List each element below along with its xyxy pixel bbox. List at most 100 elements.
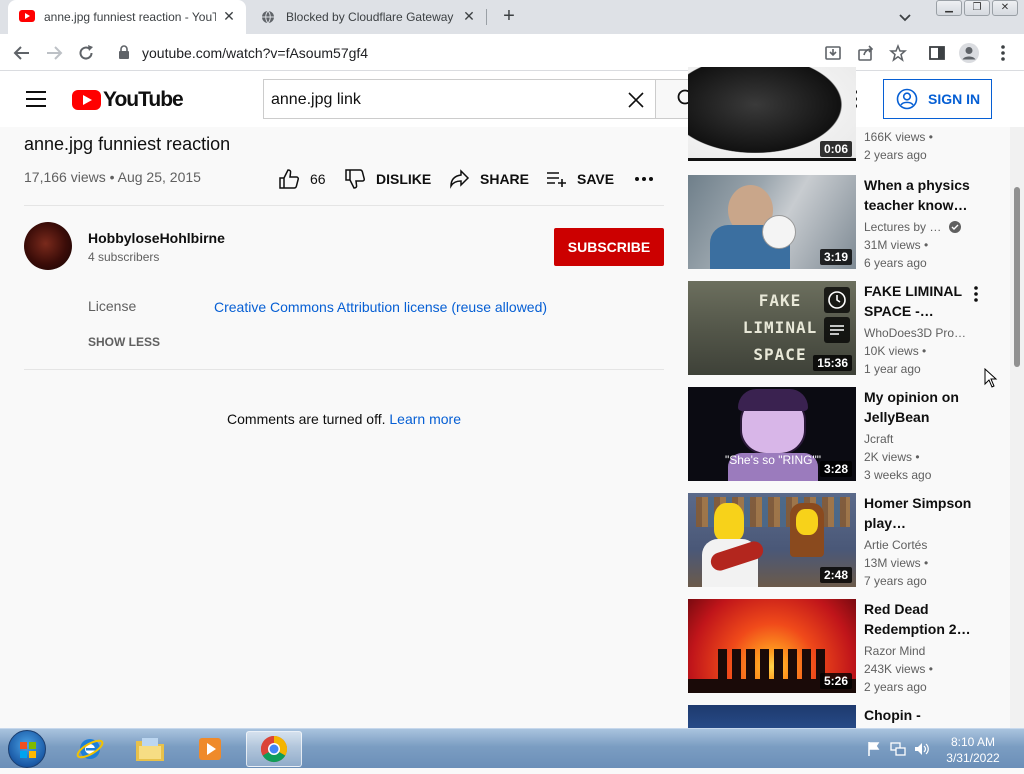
upload-age: 2 years ago [864, 680, 927, 694]
view-count: 166K views • [864, 130, 933, 144]
tab-search-chevron-icon[interactable] [896, 8, 914, 26]
recommendation-channel[interactable]: WhoDoes3D Pro… [864, 326, 966, 340]
address-bar[interactable]: youtube.com/watch?v=fAsoum57gf4 [108, 37, 828, 67]
browser-toolbar: youtube.com/watch?v=fAsoum57gf4 [0, 34, 1024, 71]
share-button[interactable]: SHARE [448, 168, 529, 190]
recommendation-channel[interactable]: Artie Cortés [864, 538, 927, 552]
reload-icon[interactable] [74, 41, 98, 65]
recommendation-item[interactable]: 2:48 Homer Simpson play… Artie Cortés 13… [688, 493, 988, 588]
start-button[interactable] [8, 730, 46, 768]
search-query: anne.jpg link [271, 91, 361, 108]
recommendation-item[interactable]: 0:06 166K views • 2 years ago [688, 67, 988, 162]
thumbs-down-icon [345, 169, 366, 189]
tab-youtube[interactable]: anne.jpg funniest reaction - YouTube ✕ [8, 0, 246, 34]
license-link[interactable]: Creative Commons Attribution license (re… [214, 299, 547, 315]
clear-search-icon[interactable] [625, 89, 647, 111]
youtube-logo-text: YouTube [103, 88, 184, 111]
system-clock[interactable]: 8:10 AM 3/31/2022 [942, 734, 1004, 766]
recommendation-item[interactable]: FAKE LIMINAL SPACE 15:36 FAKE LIMINAL SP… [688, 281, 988, 376]
side-panel-icon[interactable] [926, 42, 948, 64]
network-icon[interactable] [890, 741, 906, 757]
recommendation-item[interactable]: 5:26 Red Dead Redemption 2… Razor Mind 2… [688, 599, 988, 694]
show-less-button[interactable]: SHOW LESS [88, 335, 160, 349]
back-icon[interactable] [10, 41, 34, 65]
video-thumbnail[interactable]: 2:48 [688, 493, 856, 587]
duration-badge: 0:06 [819, 141, 852, 157]
more-actions-icon[interactable] [634, 168, 664, 190]
windows-taskbar: 8:10 AM 3/31/2022 [0, 728, 1024, 768]
install-app-icon[interactable] [822, 42, 844, 64]
video-thumbnail[interactable]: FAKE LIMINAL SPACE 15:36 [688, 281, 856, 375]
share-page-icon[interactable] [855, 42, 877, 64]
new-tab-icon[interactable]: + [498, 6, 520, 28]
forward-icon[interactable] [42, 41, 66, 65]
tab-title: anne.jpg funniest reaction - YouTube [44, 10, 216, 24]
comments-disabled-message: Comments are turned off. Learn more [0, 411, 688, 427]
chrome-menu-icon[interactable] [992, 42, 1014, 64]
close-tab-icon[interactable]: ✕ [222, 9, 236, 23]
recommendation-title[interactable]: Homer Simpson play… [864, 493, 974, 533]
recommendation-title[interactable]: Chopin - [864, 705, 974, 725]
close-window-icon[interactable]: ✕ [992, 0, 1018, 16]
restore-icon[interactable]: ❐ [964, 0, 990, 16]
minimize-icon[interactable]: ▁ [936, 0, 962, 16]
dislike-label: DISLIKE [376, 171, 432, 187]
page-scrollbar[interactable] [1010, 127, 1024, 728]
recommendation-title[interactable]: Red Dead Redemption 2… [864, 599, 974, 639]
subscribe-button[interactable]: SUBSCRIBE [554, 228, 664, 266]
recommendation-channel[interactable]: Razor Mind [864, 644, 925, 658]
close-tab-icon[interactable]: ✕ [462, 9, 476, 23]
tab-cloudflare[interactable]: Blocked by Cloudflare Gateway ✕ [250, 0, 486, 34]
recommendation-item[interactable]: Chopin - [688, 705, 988, 728]
lock-icon[interactable] [118, 45, 130, 59]
view-count: 2K views • [864, 450, 920, 464]
clock-time: 8:10 AM [950, 735, 996, 749]
license-label: License [88, 298, 137, 314]
chrome-taskbar-icon[interactable] [246, 731, 302, 767]
media-player-icon[interactable] [182, 731, 238, 767]
recommendation-item[interactable]: "She's so "RING"" 3:28 My opinion on Jel… [688, 387, 988, 482]
channel-avatar[interactable] [24, 222, 72, 270]
view-count: 243K views • [864, 662, 933, 676]
learn-more-link[interactable]: Learn more [389, 411, 461, 427]
tab-title: Blocked by Cloudflare Gateway [286, 10, 454, 24]
item-more-options-icon[interactable] [973, 285, 979, 303]
youtube-play-icon [72, 90, 101, 110]
video-thumbnail[interactable]: 5:26 [688, 599, 856, 693]
video-thumbnail[interactable] [688, 705, 856, 728]
scrollbar-thumb[interactable] [1014, 187, 1020, 367]
recommendation-title[interactable]: When a physics teacher know… [864, 175, 974, 215]
volume-icon[interactable] [914, 741, 930, 757]
duration-badge: 2:48 [819, 567, 852, 583]
like-count: 66 [310, 171, 326, 187]
upload-age: 2 years ago [864, 148, 927, 162]
watch-later-icon[interactable] [824, 287, 850, 313]
like-button[interactable]: 66 [278, 168, 326, 190]
search-input[interactable]: anne.jpg link [263, 79, 655, 119]
duration-badge: 3:28 [819, 461, 852, 477]
dislike-button[interactable]: DISLIKE [344, 168, 431, 190]
youtube-logo[interactable]: YouTube [72, 88, 184, 112]
recommendation-title[interactable]: My opinion on JellyBean [864, 387, 974, 427]
youtube-favicon-icon [19, 10, 35, 22]
profile-icon[interactable] [958, 42, 980, 64]
video-thumbnail[interactable]: 3:19 [688, 175, 856, 269]
bookmark-star-icon[interactable] [887, 42, 909, 64]
recommendation-title[interactable]: FAKE LIMINAL SPACE -… [864, 281, 974, 321]
video-thumbnail[interactable]: 0:06 [688, 67, 856, 161]
divider [24, 369, 664, 370]
save-button[interactable]: SAVE [545, 168, 614, 190]
video-thumbnail[interactable]: "She's so "RING"" 3:28 [688, 387, 856, 481]
recommendation-item[interactable]: 3:19 When a physics teacher know… Lectur… [688, 175, 988, 270]
character-hair [738, 389, 808, 411]
upload-age: 3 weeks ago [864, 468, 932, 482]
channel-name[interactable]: HobbyloseHohlbirne [88, 230, 225, 246]
internet-explorer-icon[interactable] [62, 731, 118, 767]
menu-icon[interactable] [26, 91, 46, 112]
recommendation-channel[interactable]: Lectures by … [864, 220, 961, 234]
recommendation-channel[interactable]: Jcraft [864, 432, 893, 446]
action-center-flag-icon[interactable] [866, 741, 882, 757]
add-to-queue-icon[interactable] [824, 317, 850, 343]
file-explorer-icon[interactable] [122, 731, 178, 767]
save-label: SAVE [577, 171, 615, 187]
